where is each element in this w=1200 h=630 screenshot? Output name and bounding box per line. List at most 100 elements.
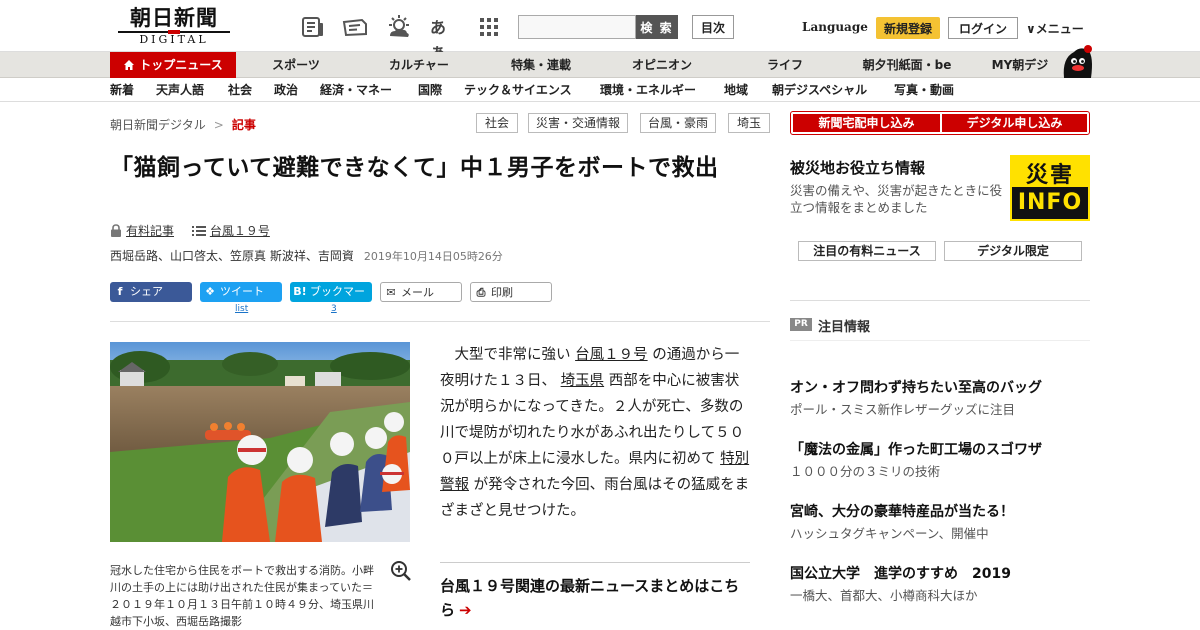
keyword-link-saitama[interactable]: 埼玉県	[561, 373, 605, 389]
subscribe-digital-button[interactable]: デジタル申し込み	[942, 114, 1087, 132]
nav-opinion[interactable]: オピニオン	[612, 52, 712, 78]
share-twitter-label: ツイート	[220, 285, 264, 298]
article-photo[interactable]	[110, 342, 410, 542]
disaster-banner-text: 災害	[1025, 163, 1074, 188]
disaster-info-title[interactable]: 被災地お役立ち情報	[790, 157, 925, 178]
tag-saitama[interactable]: 埼玉	[728, 113, 770, 133]
pr-item-title: 宮崎、大分の豪華特産品が当たる！	[790, 504, 1014, 520]
login-button[interactable]: ログイン	[948, 17, 1018, 39]
pr-item-subtitle: 一橋大、首都大、小樽商科大ほか	[790, 588, 978, 603]
pr-item[interactable]: 宮崎、大分の豪華特産品が当たる！ ハッシュタグキャンペーン、開催中	[790, 502, 1090, 544]
hatena-count-link[interactable]: 3	[331, 304, 337, 314]
pr-item[interactable]: 「魔法の金属」作った町工場のスゴワザ １０００分の３ミリの技術	[790, 440, 1090, 482]
nav-my-asahi[interactable]: MY朝デジ	[980, 52, 1060, 78]
twitter-count-link[interactable]: list	[235, 304, 248, 314]
search-input[interactable]	[518, 15, 636, 39]
nav-top-news[interactable]: トップニュース	[110, 52, 236, 78]
tag-typhoon[interactable]: 台風・豪雨	[640, 113, 716, 133]
divider	[110, 321, 770, 322]
pr-item-subtitle: ハッシュタグキャンペーン、開催中	[790, 526, 989, 541]
share-mail-label: メール	[401, 286, 434, 299]
subscribe-box: 新聞宅配申し込み デジタル申し込み	[790, 111, 1090, 135]
divider	[790, 340, 1090, 341]
site-logo[interactable]: 朝日新聞 DIGITAL	[118, 6, 230, 46]
zoom-icon[interactable]	[390, 560, 412, 582]
share-twitter-button[interactable]: ❖ ツイート	[200, 282, 282, 302]
pr-heading: 注目情報	[818, 320, 871, 335]
tab-featured-paid-news[interactable]: 注目の有料ニュース	[798, 241, 936, 261]
tab-digital-exclusive[interactable]: デジタル限定	[944, 241, 1082, 261]
breadcrumb-separator: >	[213, 118, 224, 132]
subnav-international[interactable]: 国際	[418, 79, 442, 101]
lock-icon	[111, 224, 121, 237]
language-link[interactable]: Language	[802, 20, 868, 34]
menu-button[interactable]: ∨メニュー	[1026, 20, 1084, 37]
printer-icon: ⎙	[476, 286, 486, 299]
subnav-economy[interactable]: 経済・マネー	[320, 79, 392, 101]
hatena-bookmark-icon: B!	[293, 285, 307, 298]
tag-disaster-traffic[interactable]: 災害・交通情報	[528, 113, 628, 133]
subnav-special[interactable]: 朝デジスペシャル	[772, 79, 867, 101]
subscribe-newspaper-button[interactable]: 新聞宅配申し込み	[793, 114, 940, 132]
nav-top-news-label: トップニュース	[139, 58, 223, 72]
paid-article-link[interactable]: 有料記事	[126, 224, 174, 238]
tag-society[interactable]: 社会	[476, 113, 518, 133]
share-facebook-label: シェア	[130, 285, 163, 298]
subnav-region[interactable]: 地域	[724, 79, 748, 101]
breadcrumb-home[interactable]: 朝日新聞デジタル	[110, 118, 206, 132]
subnav-politics[interactable]: 政治	[274, 79, 298, 101]
related-news-link[interactable]: 台風１９号関連の最新ニュースまとめはこちら ➔	[440, 574, 752, 622]
sub-nav: 新着 天声人語 社会 政治 経済・マネー 国際 テック＆サイエンス 環境・エネル…	[0, 79, 1200, 102]
publish-date: 2019年10月14日05時26分	[363, 250, 503, 263]
subnav-society[interactable]: 社会	[228, 79, 252, 101]
print-label: 印刷	[491, 286, 513, 299]
search-button[interactable]: 検 索	[636, 15, 678, 39]
nav-life[interactable]: ライフ	[736, 52, 834, 78]
weather-icon[interactable]	[386, 14, 412, 40]
global-nav: トップニュース スポーツ カルチャー 特集・連載 オピニオン ライフ 朝夕刊紙面…	[0, 52, 1200, 78]
subnav-environment[interactable]: 環境・エネルギー	[600, 79, 696, 101]
nav-culture[interactable]: カルチャー	[366, 52, 472, 78]
byline: 西堀岳路、山口啓太、笠原真 斯波祥、吉岡資 2019年10月14日05時26分	[110, 247, 503, 264]
share-mail-button[interactable]: ✉ メール	[380, 282, 462, 302]
nav-newspaper-be[interactable]: 朝夕刊紙面・be	[850, 52, 964, 78]
subnav-tech-science[interactable]: テック＆サイエンス	[464, 79, 572, 101]
lead-text: 大型で非常に強い	[454, 347, 571, 363]
facebook-icon: f	[117, 285, 123, 298]
article-lead: 大型で非常に強い 台風１９号 の通過から一夜明けた１３日、 埼玉県 西部を中心に…	[440, 342, 752, 524]
series-link[interactable]: 台風１９号	[210, 224, 270, 238]
grid-menu-icon[interactable]	[476, 14, 502, 40]
font-size-icon[interactable]: あぁ	[430, 14, 456, 61]
pr-item-subtitle: １０００分の３ミリの技術	[790, 464, 941, 479]
table-of-contents-button[interactable]: 目次	[692, 15, 734, 39]
logo-text-ja: 朝日新聞	[130, 5, 218, 30]
pr-badge: PR	[790, 318, 812, 331]
share-hatena-button[interactable]: B! ブックマーク	[290, 282, 372, 318]
divider	[790, 300, 1090, 301]
ticket-icon[interactable]	[342, 14, 368, 40]
logo-text-en: DIGITAL	[118, 31, 230, 46]
disaster-banner-info: INFO	[1012, 187, 1088, 219]
article-meta: 有料記事 台風１９号	[110, 222, 284, 239]
subnav-tenseijingo[interactable]: 天声人語	[156, 79, 204, 101]
photo-caption: 冠水した住宅から住民をボートで救出する消防。小畔川の土手の上には助け出された住民…	[110, 564, 374, 628]
signup-button[interactable]: 新規登録	[876, 17, 940, 39]
pr-item-subtitle: ポール・スミス新作レザーグッズに注目	[790, 402, 1016, 417]
print-button[interactable]: ⎙ 印刷	[470, 282, 552, 302]
authors: 西堀岳路、山口啓太、笠原真 斯波祥、吉岡資	[110, 249, 354, 263]
nav-sports[interactable]: スポーツ	[246, 52, 346, 78]
site-header: 朝日新聞 DIGITAL あぁ 検 索 目次 Language 新規登録 ログイ…	[0, 0, 1200, 61]
pr-item[interactable]: オン・オフ問わず持ちたい至高のバッグ ポール・スミス新作レザーグッズに注目	[790, 378, 1090, 420]
nav-features[interactable]: 特集・連載	[492, 52, 590, 78]
subnav-latest[interactable]: 新着	[110, 79, 134, 101]
related-news-label: 台風１９号関連の最新ニュースまとめはこちら	[440, 577, 740, 619]
subnav-photo-video[interactable]: 写真・動画	[894, 79, 954, 101]
newspaper-icon[interactable]	[300, 14, 326, 40]
pr-item-title: 国公立大学 進学のすすめ 2019	[790, 566, 1011, 582]
mascot-icon[interactable]	[1058, 44, 1094, 78]
share-facebook-button[interactable]: f シェア	[110, 282, 192, 302]
home-icon	[124, 60, 135, 70]
disaster-info-banner[interactable]: 災害 INFO	[1010, 155, 1090, 221]
pr-item[interactable]: 国公立大学 進学のすすめ 2019 一橋大、首都大、小樽商科大ほか	[790, 564, 1090, 606]
keyword-link-typhoon[interactable]: 台風１９号	[575, 347, 648, 363]
